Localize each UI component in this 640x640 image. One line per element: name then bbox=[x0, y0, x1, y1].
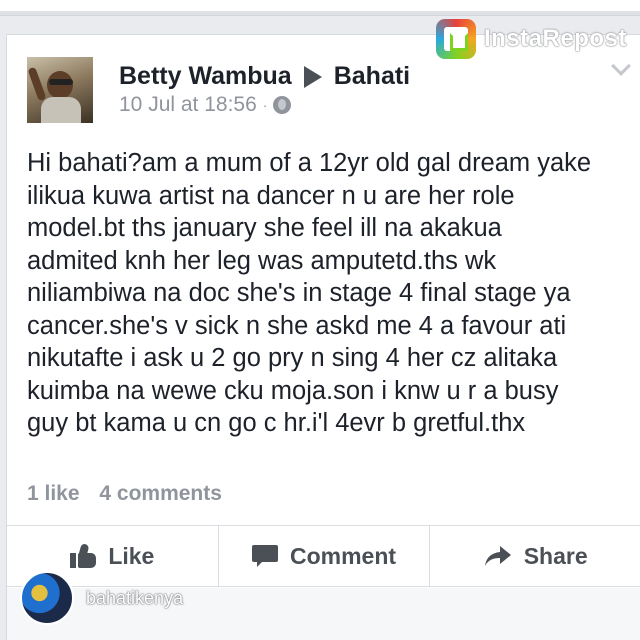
post-text-line: niliambiwa na doc she's in stage 4 final… bbox=[27, 279, 571, 307]
author-avatar[interactable] bbox=[27, 57, 93, 123]
post-body: Hi bahati?am a mum of a 12yr old gal dre… bbox=[27, 147, 627, 440]
post-text-line: guy bt kama u cn go c hr.i'l 4evr b gret… bbox=[27, 409, 526, 437]
like-label: Like bbox=[108, 542, 155, 569]
comment-label: Comment bbox=[289, 542, 397, 569]
repost-username: bahatikenya bbox=[86, 587, 184, 608]
post-text-line: Hi bahati?am a mum of a 12yr old gal dre… bbox=[27, 149, 592, 177]
arrow-right-icon bbox=[303, 65, 322, 88]
post-text-line: ilikua kuwa artist na dancer n u are her… bbox=[27, 181, 515, 210]
thumbs-up-icon bbox=[70, 543, 97, 568]
post-text-line: model.bt ths january she feel ill na aka… bbox=[27, 214, 502, 242]
chevron-down-icon[interactable] bbox=[611, 56, 631, 76]
post-card: Betty Wambua Bahati 10 Jul at 18:56 · Hi… bbox=[6, 34, 640, 640]
post-meta: 10 Jul at 18:56 · bbox=[119, 93, 292, 117]
meta-separator: · bbox=[262, 97, 268, 113]
post-stats: 1 like 4 comments bbox=[27, 482, 222, 506]
repost-user-avatar bbox=[20, 571, 74, 625]
instarepost-watermark: InstaRepost bbox=[436, 19, 627, 59]
comment-icon bbox=[251, 545, 278, 567]
post-text-line: admited knh her leg was amputetd.ths wk bbox=[27, 246, 497, 275]
instarepost-label: InstaRepost bbox=[484, 25, 627, 52]
post-header: Betty Wambua Bahati bbox=[119, 62, 410, 91]
repost-user-badge: bahatikenya bbox=[20, 571, 183, 625]
post-text-line: cancer.she's v sick n she askd me 4 a fa… bbox=[27, 311, 567, 340]
target-name[interactable]: Bahati bbox=[334, 62, 410, 91]
comment-button[interactable]: Comment bbox=[217, 526, 430, 586]
post-text-line: kuimba na wewe cku moja.son i knw u r a … bbox=[27, 376, 559, 405]
share-icon bbox=[484, 546, 511, 566]
like-count[interactable]: 1 like bbox=[27, 482, 80, 505]
repost-logo-icon bbox=[436, 19, 476, 59]
share-label: Share bbox=[523, 542, 588, 569]
previous-post-edge bbox=[0, 0, 640, 16]
author-name[interactable]: Betty Wambua bbox=[119, 62, 292, 91]
globe-icon bbox=[273, 96, 292, 114]
share-button[interactable]: Share bbox=[429, 526, 640, 586]
post-timestamp[interactable]: 10 Jul at 18:56 bbox=[119, 93, 257, 117]
comment-count[interactable]: 4 comments bbox=[99, 482, 222, 505]
post-text-line: nikutafte i ask u 2 go pry n sing 4 her … bbox=[27, 344, 558, 372]
